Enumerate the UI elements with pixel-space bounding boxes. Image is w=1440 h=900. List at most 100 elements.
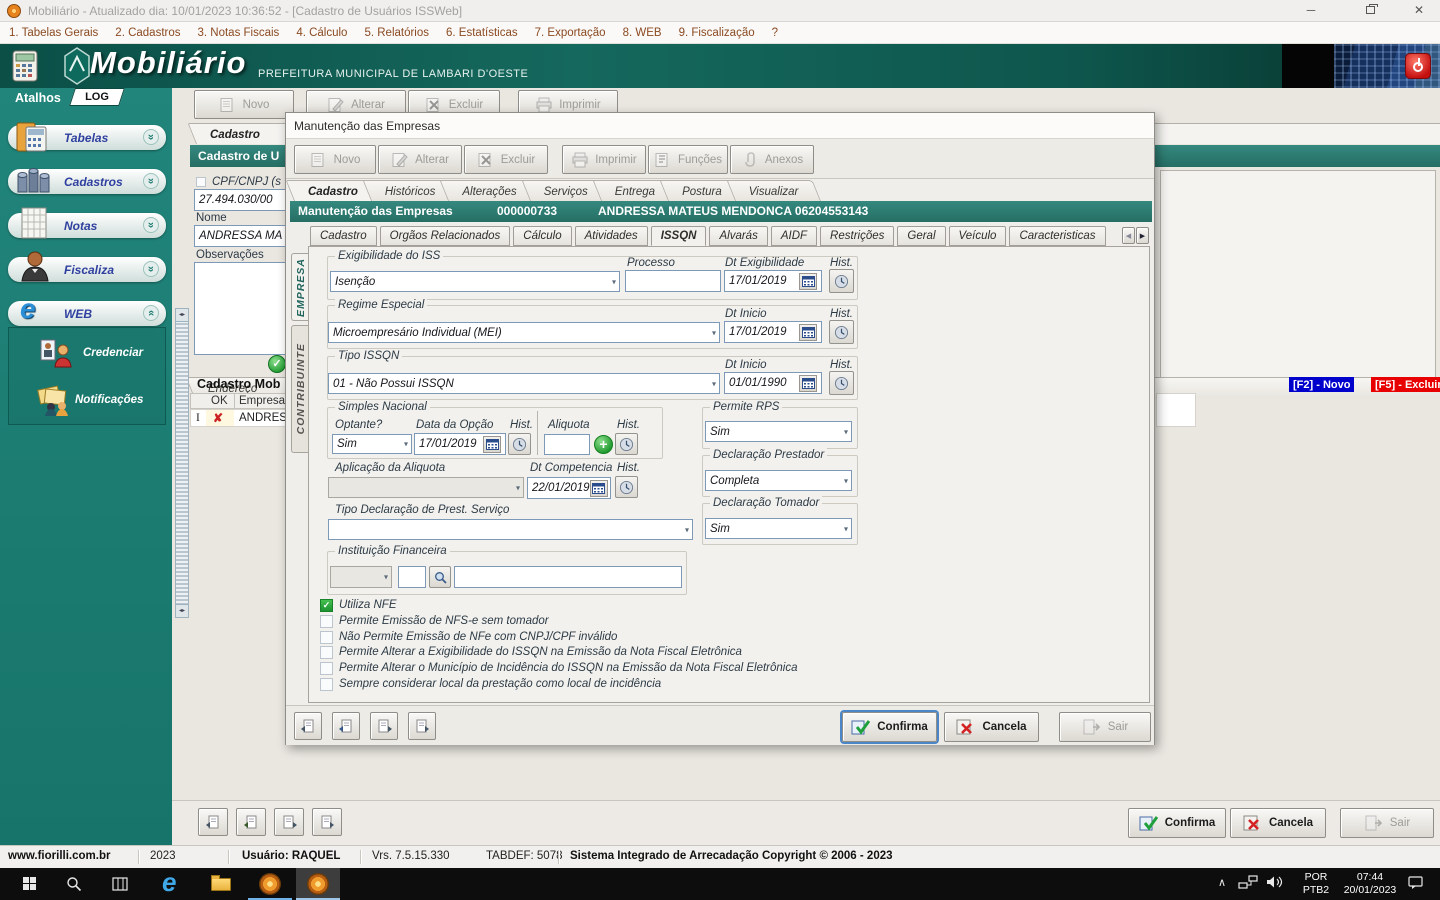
- dialog-confirma-button[interactable]: Confirma: [842, 712, 937, 742]
- scroll-arrows-bottom[interactable]: ◂▸: [176, 604, 188, 617]
- restore-button[interactable]: [1348, 0, 1394, 22]
- tab-cadastro-inner[interactable]: Cadastro: [310, 226, 377, 246]
- sidebar-item-notas[interactable]: Notas «: [8, 213, 166, 238]
- dialog-toolbar-novo-button[interactable]: Novo: [294, 145, 376, 174]
- tipo-issqn-hist-button[interactable]: [829, 371, 854, 395]
- sidebar-item-web[interactable]: e WEB «: [8, 301, 166, 326]
- menu-cadastros[interactable]: 2. Cadastros: [115, 27, 180, 39]
- menu-help[interactable]: ?: [772, 27, 778, 39]
- calendar-button[interactable]: [483, 436, 501, 453]
- sidebar-item-fiscaliza[interactable]: Fiscaliza «: [8, 257, 166, 282]
- regime-select[interactable]: Microempresário Individual (MEI)▾: [328, 322, 720, 343]
- power-button[interactable]: [1405, 53, 1431, 79]
- dialog-cancela-button[interactable]: Cancela: [944, 712, 1039, 742]
- chevron-down-icon[interactable]: «: [143, 129, 159, 145]
- main-nav-first-button[interactable]: [198, 808, 228, 836]
- grid-row[interactable]: I ✘ ANDRES: [190, 409, 286, 427]
- chevron-down-icon[interactable]: «: [143, 217, 159, 233]
- tray-clock[interactable]: 07:44 20/01/2023: [1338, 871, 1402, 897]
- tabs-scroll-left-button[interactable]: ◀: [1122, 227, 1135, 244]
- instituicao-select[interactable]: ▾: [330, 566, 392, 588]
- main-toolbar-novo-button[interactable]: Novo: [194, 90, 294, 119]
- dt-competencia-input[interactable]: 22/01/2019: [527, 477, 611, 499]
- dialog-nav-next-button[interactable]: [370, 712, 398, 740]
- tab-issqn[interactable]: ISSQN: [651, 226, 707, 246]
- dialog-toolbar-anexos-button[interactable]: Anexos: [730, 145, 814, 174]
- cpf-checkbox[interactable]: [196, 177, 206, 187]
- calendar-button[interactable]: [799, 375, 817, 392]
- instituicao-search-button[interactable]: [429, 566, 451, 588]
- close-button[interactable]: ✕: [1398, 0, 1440, 22]
- menu-relatorios[interactable]: 5. Relatórios: [364, 27, 429, 39]
- tab-alvaras[interactable]: Alvarás: [709, 226, 767, 246]
- action-center-button[interactable]: [1408, 876, 1430, 892]
- side-tab-contribuinte[interactable]: CONTRIBUINTE: [291, 325, 309, 453]
- data-opcao-hist-button[interactable]: [508, 433, 531, 455]
- tab-restricoes[interactable]: Restrições: [820, 226, 894, 246]
- optante-select[interactable]: Sim▾: [332, 434, 412, 454]
- sidebar-item-tabelas[interactable]: Tabelas «: [8, 125, 166, 150]
- tab-visualizar[interactable]: Visualizar: [735, 180, 821, 201]
- tipo-issqn-select[interactable]: 01 - Não Possui ISSQN▾: [328, 373, 720, 394]
- alterar-exigibilidade-checkbox[interactable]: [320, 646, 333, 659]
- data-opcao-input[interactable]: 17/01/2019: [414, 433, 506, 455]
- aliquota-hist-button[interactable]: [615, 433, 638, 455]
- tab-calculo[interactable]: Cálculo: [513, 226, 571, 246]
- tab-caracteristicas[interactable]: Caracteristicas: [1009, 226, 1105, 246]
- taskbar-search-button[interactable]: [54, 868, 94, 900]
- competencia-hist-button[interactable]: [615, 476, 638, 498]
- menu-web[interactable]: 8. WEB: [623, 27, 662, 39]
- sidebar-subitem-notificacoes[interactable]: Notificações: [9, 378, 165, 422]
- sidebar-item-cadastros[interactable]: Cadastros «: [8, 169, 166, 194]
- main-nav-next-button[interactable]: [274, 808, 304, 836]
- permite-rps-select[interactable]: Sim▾: [705, 421, 852, 442]
- main-cancela-button[interactable]: Cancela: [1230, 808, 1326, 838]
- main-sair-button[interactable]: Sair: [1340, 808, 1434, 838]
- grid-col-empresa[interactable]: Empresa: [239, 395, 285, 407]
- dialog-nav-prev-button[interactable]: [332, 712, 360, 740]
- taskbar-app1-button[interactable]: [248, 868, 292, 900]
- main-confirma-button[interactable]: Confirma: [1128, 808, 1226, 838]
- calendar-button[interactable]: [799, 273, 817, 290]
- aliquota-add-button[interactable]: +: [594, 435, 613, 454]
- dialog-toolbar-alterar-button[interactable]: Alterar: [378, 145, 462, 174]
- regime-dt-input[interactable]: 17/01/2019: [724, 321, 822, 343]
- declaracao-tomador-select[interactable]: Sim▾: [705, 518, 852, 539]
- nfse-sem-tomador-checkbox[interactable]: [320, 615, 333, 628]
- calendar-button[interactable]: [590, 480, 608, 497]
- dialog-sair-button[interactable]: Sair: [1059, 712, 1151, 742]
- dialog-nav-first-button[interactable]: [294, 712, 322, 740]
- tab-geral[interactable]: Geral: [897, 226, 945, 246]
- exigibilidade-select[interactable]: Isenção▾: [330, 271, 620, 292]
- utiliza-nfe-checkbox[interactable]: ✓: [320, 599, 333, 612]
- menu-exportacao[interactable]: 7. Exportação: [535, 27, 606, 39]
- main-nav-prev-button[interactable]: [236, 808, 266, 836]
- tab-orgaos-relacionados[interactable]: Orgãos Relacionados: [380, 226, 511, 246]
- chevron-down-icon[interactable]: «: [143, 261, 159, 277]
- dialog-toolbar-excluir-button[interactable]: Excluir: [464, 145, 548, 174]
- dialog-titlebar[interactable]: Manutenção das Empresas: [286, 113, 1154, 139]
- alterar-municipio-checkbox[interactable]: [320, 662, 333, 675]
- declaracao-prestador-select[interactable]: Completa▾: [705, 470, 852, 491]
- nfe-cnpj-invalido-checkbox[interactable]: [320, 631, 333, 644]
- scroll-arrows-top[interactable]: ◂▸: [176, 309, 188, 322]
- regime-hist-button[interactable]: [829, 320, 854, 344]
- sidebar-subitem-credenciar[interactable]: Credenciar: [9, 334, 165, 374]
- aplicacao-aliquota-select[interactable]: ▾: [328, 477, 524, 498]
- tab-aidf[interactable]: AIDF: [771, 226, 817, 246]
- cpf-input[interactable]: 27.494.030/00: [194, 189, 286, 211]
- tray-language[interactable]: POR PTB2: [1298, 871, 1334, 897]
- menu-estatisticas[interactable]: 6. Estatísticas: [446, 27, 518, 39]
- menu-calculo[interactable]: 4. Cálculo: [296, 27, 347, 39]
- start-button[interactable]: [10, 868, 50, 900]
- taskbar-app2-button[interactable]: [296, 868, 340, 900]
- tab-veiculo[interactable]: Veículo: [949, 226, 1007, 246]
- grid-col-ok[interactable]: OK: [211, 395, 228, 407]
- tab-atividades[interactable]: Atividades: [575, 226, 648, 246]
- menu-notas-fiscais[interactable]: 3. Notas Fiscais: [198, 27, 280, 39]
- observacoes-textarea[interactable]: [194, 262, 286, 355]
- instituicao-name-input[interactable]: [454, 566, 682, 588]
- side-tab-empresa[interactable]: EMPRESA: [291, 253, 309, 321]
- chevron-up-icon[interactable]: «: [143, 305, 159, 321]
- local-prestacao-checkbox[interactable]: [320, 678, 333, 691]
